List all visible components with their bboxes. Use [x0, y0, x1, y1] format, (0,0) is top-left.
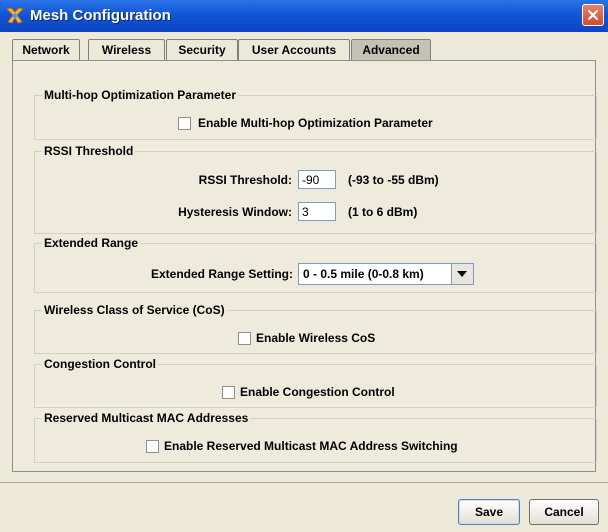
rssi-threshold-hint: (-93 to -55 dBm): [348, 173, 439, 187]
tab-advanced[interactable]: Advanced: [351, 39, 431, 62]
multihop-legend: Multi-hop Optimization Parameter: [42, 87, 239, 103]
window-title: Mesh Configuration: [30, 7, 171, 24]
congestion-checkbox[interactable]: [222, 386, 235, 399]
save-button[interactable]: Save: [458, 499, 520, 525]
mesh-configuration-dialog: Mesh Configuration Network Wireless Secu…: [0, 0, 608, 532]
rssi-threshold-label: RSSI Threshold:: [198, 173, 292, 187]
hysteresis-window-label: Hysteresis Window:: [178, 205, 292, 219]
multicast-legend: Reserved Multicast MAC Addresses: [42, 410, 251, 426]
multihop-checkbox[interactable]: [178, 117, 191, 130]
multihop-group: Multi-hop Optimization Parameter Enable …: [34, 87, 597, 140]
tab-user-accounts[interactable]: User Accounts: [238, 39, 350, 61]
title-bar: Mesh Configuration: [0, 0, 608, 32]
congestion-group: Congestion Control Enable Congestion Con…: [34, 356, 597, 408]
cos-checkbox[interactable]: [238, 332, 251, 345]
rssi-group: RSSI Threshold RSSI Threshold: (-93 to -…: [34, 143, 597, 234]
hysteresis-window-input[interactable]: [298, 202, 336, 221]
multicast-checkbox[interactable]: [146, 440, 159, 453]
chevron-down-icon: [457, 271, 467, 277]
footer-separator: [0, 482, 608, 483]
close-button[interactable]: [582, 4, 604, 26]
extended-range-selected-value: 0 - 0.5 mile (0-0.8 km): [303, 267, 424, 281]
rssi-legend: RSSI Threshold: [42, 143, 136, 159]
tab-wireless[interactable]: Wireless: [88, 39, 165, 61]
dropdown-button[interactable]: [451, 264, 473, 284]
multicast-group: Reserved Multicast MAC Addresses Enable …: [34, 410, 597, 463]
extended-range-legend: Extended Range: [42, 235, 141, 251]
advanced-panel: Multi-hop Optimization Parameter Enable …: [12, 60, 597, 472]
extended-range-group: Extended Range Extended Range Setting: 0…: [34, 235, 597, 293]
rssi-threshold-input[interactable]: [298, 170, 336, 189]
extended-range-setting-label: Extended Range Setting:: [150, 267, 293, 281]
cancel-button[interactable]: Cancel: [529, 499, 599, 525]
cos-checkbox-label: Enable Wireless CoS: [256, 331, 376, 345]
congestion-checkbox-label: Enable Congestion Control: [240, 385, 395, 399]
app-icon: [6, 7, 24, 25]
multihop-checkbox-label: Enable Multi-hop Optimization Parameter: [198, 116, 433, 130]
congestion-legend: Congestion Control: [42, 356, 158, 372]
tab-security[interactable]: Security: [166, 39, 238, 61]
extended-range-select[interactable]: 0 - 0.5 mile (0-0.8 km): [298, 263, 474, 285]
close-icon: [587, 9, 599, 21]
hysteresis-window-hint: (1 to 6 dBm): [348, 205, 418, 219]
multicast-checkbox-label: Enable Reserved Multicast MAC Address Sw…: [164, 439, 458, 453]
cos-group: Wireless Class of Service (CoS) Enable W…: [34, 302, 597, 354]
cos-legend: Wireless Class of Service (CoS): [42, 302, 227, 318]
tab-network[interactable]: Network: [12, 39, 80, 61]
